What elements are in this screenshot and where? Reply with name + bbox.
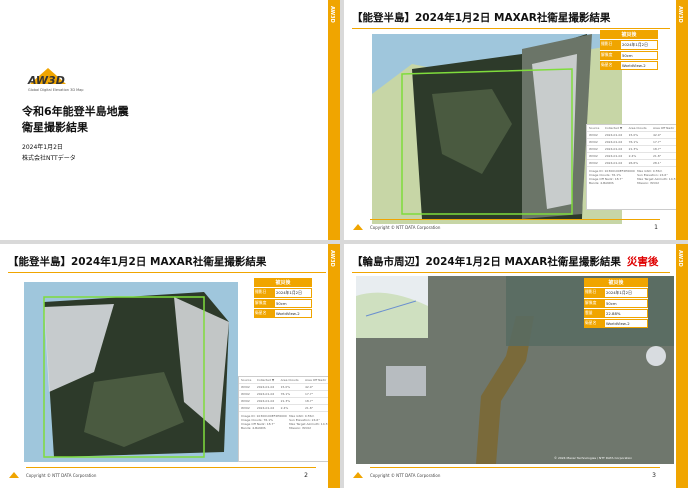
footer-rule [370,219,660,220]
cover-date: 2024年1月2日 [22,144,63,151]
logo-subtitle: Global Digital Elevation 3D Map [28,88,84,92]
after-disaster-label: 災害後 [626,256,659,268]
footer-rule [26,467,316,468]
side-tab-label: AW3D [329,6,335,23]
info-header: 被災後 [254,278,312,287]
aw3d-mini-logo [6,472,22,480]
cover-organization: 株式会社NTTデータ [22,155,76,162]
info-value-satellite: WorldView-2 [620,61,658,70]
info-header: 被災後 [600,30,658,39]
footer-rule [370,467,660,468]
aw3d-mini-logo [350,472,366,480]
table-row[interactable]: WV02 2024-01-02 2.4% 21.8° [587,152,679,160]
logo-text: AW3D [28,74,65,87]
image-list-panel[interactable]: Source Collected ▼ Area Clouds Area Off Nad… [238,376,332,462]
table-row[interactable]: WV02 2024-01-02 76.1% 17.7° [239,390,331,398]
page-number: 2 [304,472,308,479]
image-list-panel[interactable]: Source Collected ▼ Area Clouds Area Off Nad… [586,124,680,210]
table-row[interactable]: WV02 2024-01-02 21.3% 18.7° [587,145,679,153]
info-value-date: 2024年1月2日 [620,40,658,50]
page-number: 1 [654,224,658,231]
slide-title: 【輪島市周辺】2024年1月2日 MAXAR社衛星撮影結果 災害後 [352,256,659,268]
slide-3[interactable]: 【輪島市周辺】2024年1月2日 MAXAR社衛星撮影結果 災害後 被災後 撮影日… [344,244,688,488]
cover-title-line2: 衛星撮影結果 [22,121,88,134]
capture-info-box: 被災後 撮影日 2024年1月2日 解像度 50cm 衛星名 WorldView-2 [600,30,658,70]
copyright: Copyright © NTT DATA Corporation [370,225,441,230]
slide-title: 【能登半島】2024年1月2日 MAXAR社衛星撮影結果 [352,12,611,24]
side-tab: AW3D [328,0,340,240]
info-key-date: 撮影日 [600,40,620,50]
capture-info-box: 被災後 撮影日 2024年1月2日 解像度 50cm 衛星名 WorldView-2 [254,278,312,318]
title-underline [8,272,326,273]
slide-2[interactable]: 【能登半島】2024年1月2日 MAXAR社衛星撮影結果 被災後 撮影日 2024… [0,244,340,488]
table-row[interactable]: WV02 2024-01-02 2.4% 21.8° [239,404,331,412]
aw3d-mini-logo [350,224,366,232]
info-key-satellite: 衛星名 [600,61,620,70]
page-number: 3 [652,472,656,479]
table-row[interactable]: WV02 2024-01-02 21.3% 18.7° [239,397,331,405]
title-underline [352,272,670,273]
satellite-map[interactable] [372,34,622,224]
slide-1[interactable]: 【能登半島】2024年1月2日 MAXAR社衛星撮影結果 被災後 撮影日 2024… [344,0,688,240]
image-list-table: Source Collected ▼ Area Clouds Area Off Nad… [587,125,679,167]
capture-info-box: 被災後 撮影日 2024年1月2日 解像度 50cm 雲量 22.88% 衛星名 Wor… [584,278,648,328]
copyright: Copyright © NTT DATA Corporation [26,473,97,478]
table-row[interactable]: WV02 2024-01-02 15.0% 42.9° [587,131,679,139]
cover-title: 令和6年能登半島地震 衛星撮影結果 [22,104,129,136]
copyright: Copyright © NTT DATA Corporation [370,473,441,478]
title-underline [352,28,670,29]
info-value-resolution: 50cm [620,51,658,60]
image-credit: © 2024 Maxar Technologies / NTT DATA Cor… [554,456,633,460]
side-tab: AW3D [676,244,688,488]
info-key-resolution: 解像度 [600,51,620,60]
table-row[interactable]: WV02 2024-01-02 26.6% 28.1° [587,159,679,167]
satellite-map[interactable] [24,282,238,462]
aw3d-logo: AW3D Global Digital Elevation 3D Map [20,68,100,94]
slide-cover[interactable]: AW3D Global Digital Elevation 3D Map 令和6… [0,0,340,240]
side-tab: AW3D [676,0,688,240]
info-header: 被災後 [584,278,648,287]
side-tab: AW3D [328,244,340,488]
image-metadata: Image ID: 10300100EF2E6000 Image Clouds: … [589,169,677,185]
table-row[interactable]: WV02 2024-01-02 76.1% 17.7° [587,138,679,146]
slide-title: 【能登半島】2024年1月2日 MAXAR社衛星撮影結果 [8,256,267,268]
cover-title-line1: 令和6年能登半島地震 [22,105,129,118]
table-row[interactable]: WV02 2024-01-02 15.0% 42.9° [239,383,331,391]
